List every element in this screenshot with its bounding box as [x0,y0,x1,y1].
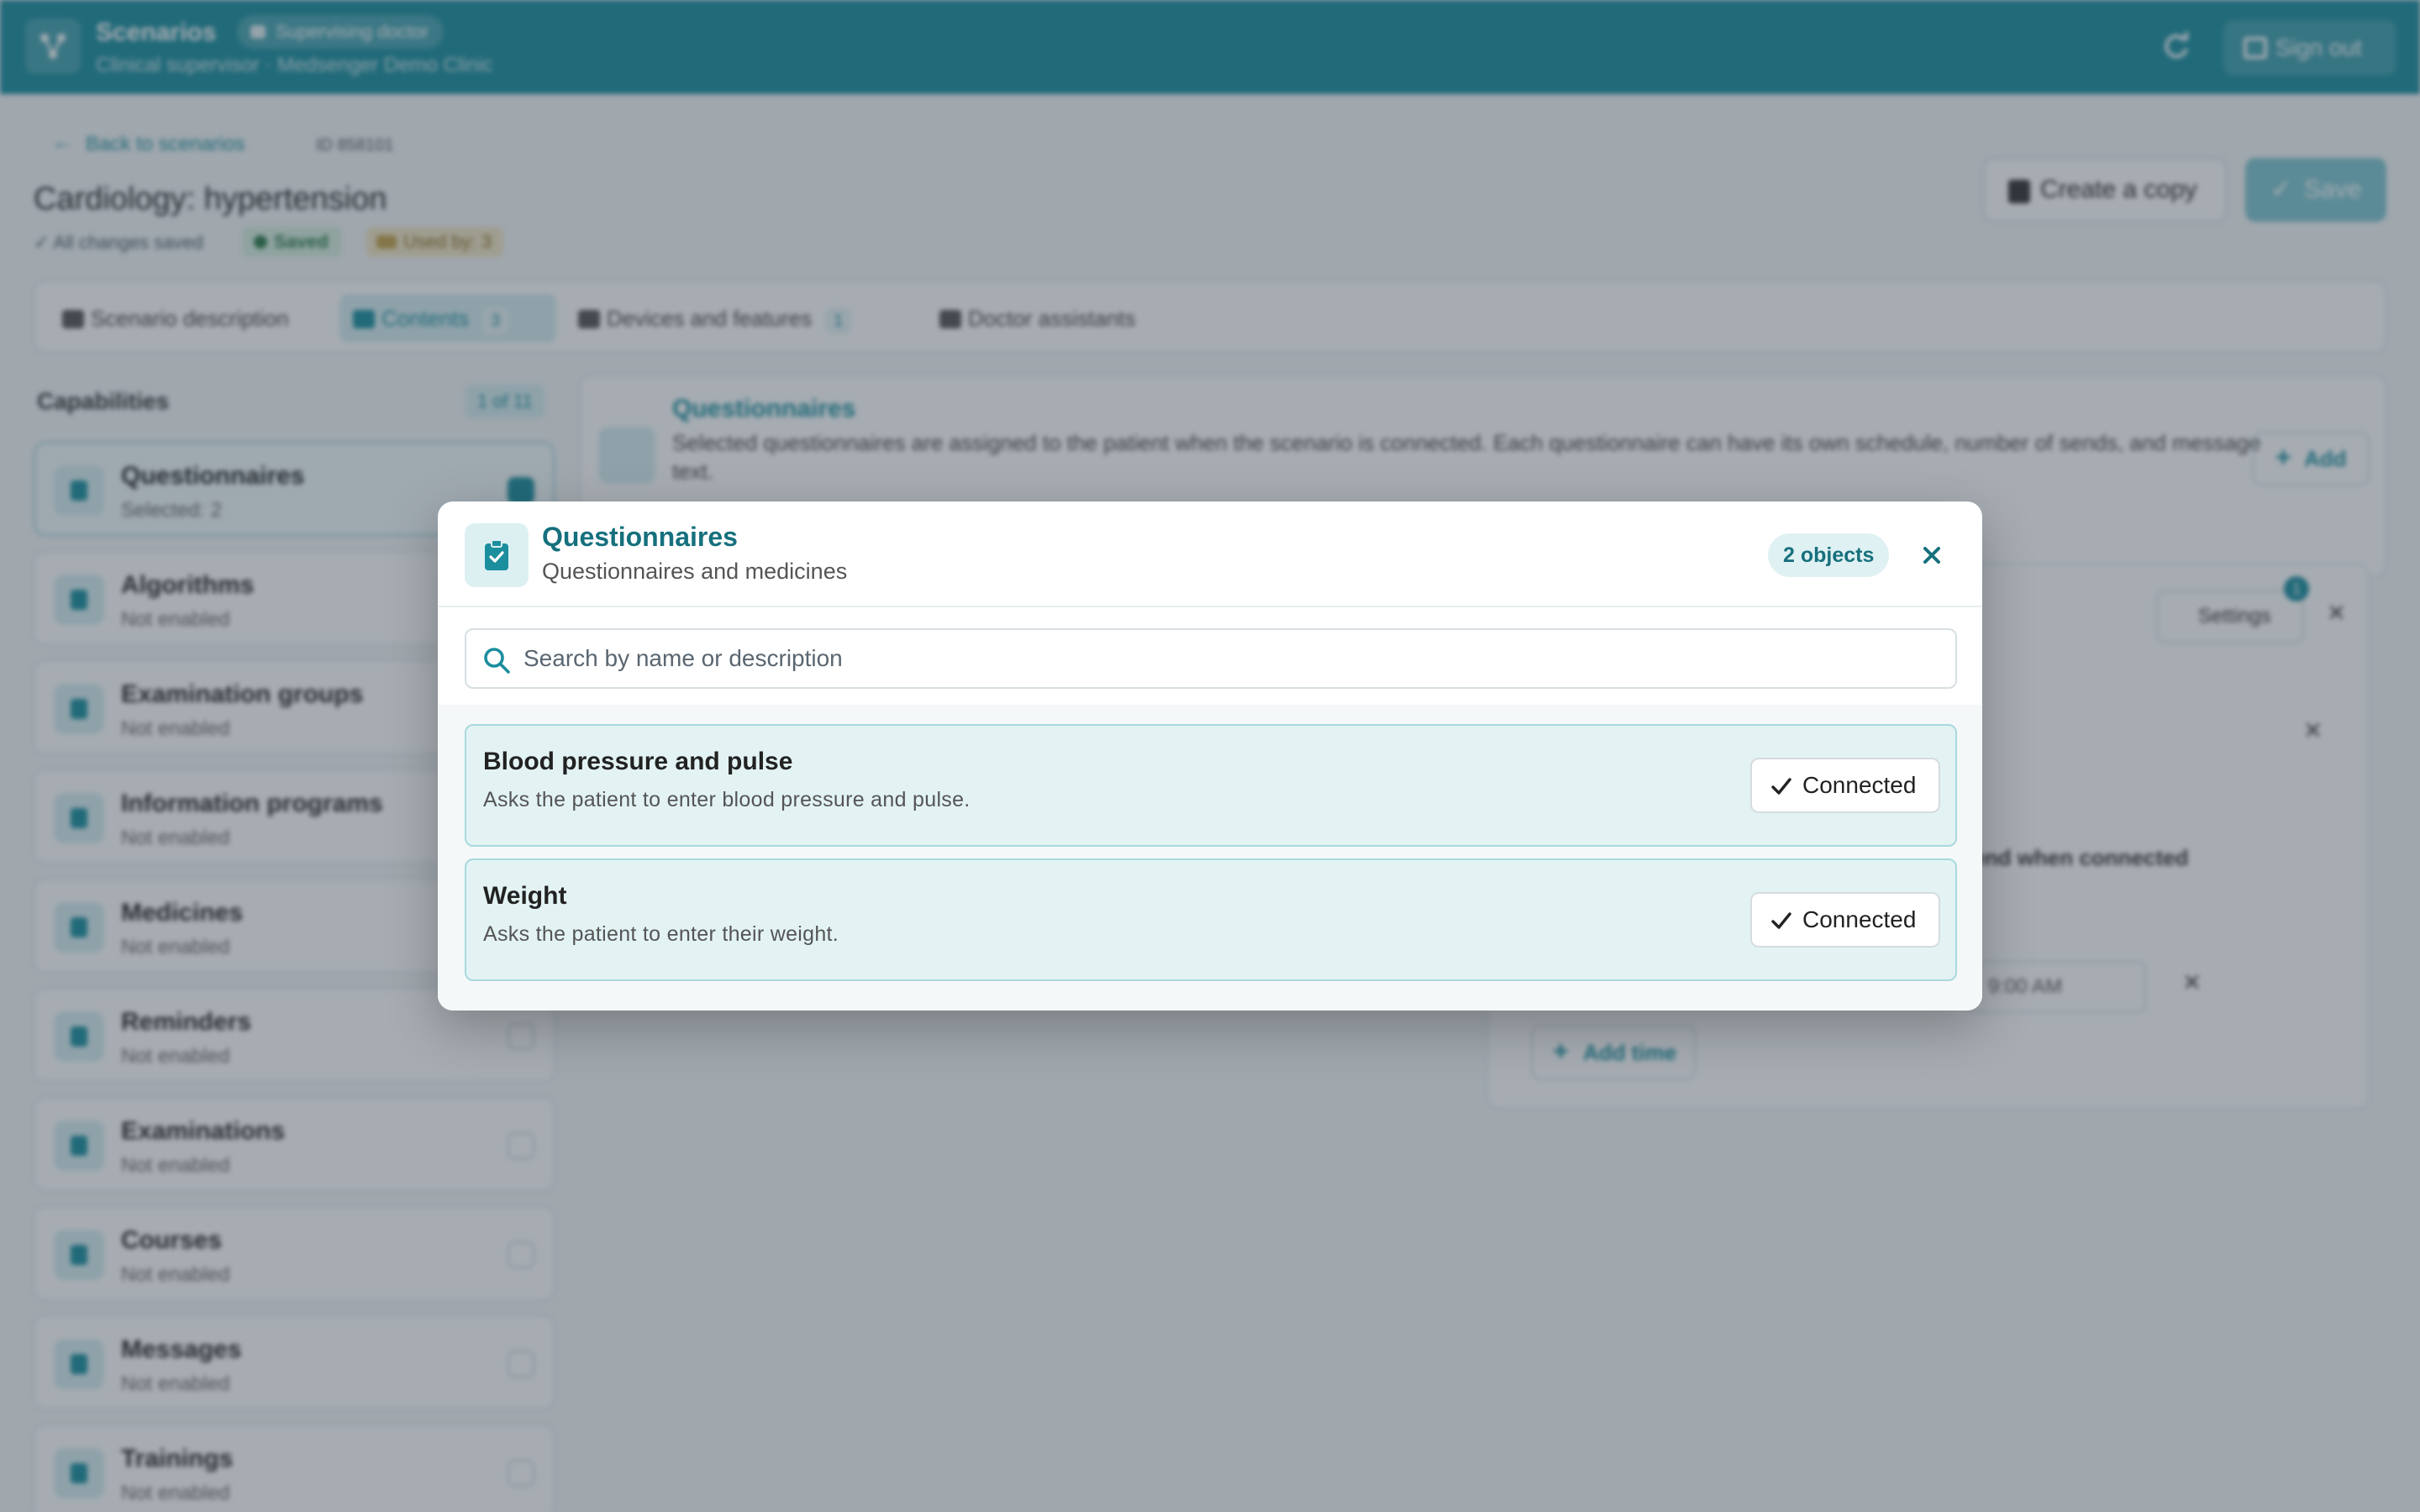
search-icon [484,648,510,674]
object-count-badge: 2 objects [1768,533,1890,577]
clipboard-check-icon [465,523,529,587]
item-description: Asks the patient to enter their weight. [483,922,839,946]
questionnaires-modal: Questionnaires Questionnaires and medici… [438,501,1982,1011]
connected-button[interactable]: Connected [1750,758,1940,813]
item-description: Asks the patient to enter blood pressure… [483,788,971,811]
item-name: Blood pressure and pulse [483,748,793,775]
close-icon [1923,547,1940,564]
modal-title: Questionnaires [542,522,738,552]
questionnaire-list: Blood pressure and pulse Asks the patien… [438,705,1982,1011]
list-item[interactable]: Blood pressure and pulse Asks the patien… [465,724,1957,847]
check-icon [1771,778,1791,795]
search-input[interactable] [523,630,1944,687]
modal-subtitle: Questionnaires and medicines [542,559,848,584]
close-button[interactable] [1913,537,1950,574]
search-field[interactable] [465,628,1957,689]
item-name: Weight [483,882,567,910]
check-icon [1771,912,1791,929]
modal-header: Questionnaires Questionnaires and medici… [438,501,1982,607]
list-item[interactable]: Weight Asks the patient to enter their w… [465,858,1957,981]
connected-button[interactable]: Connected [1750,892,1940,948]
